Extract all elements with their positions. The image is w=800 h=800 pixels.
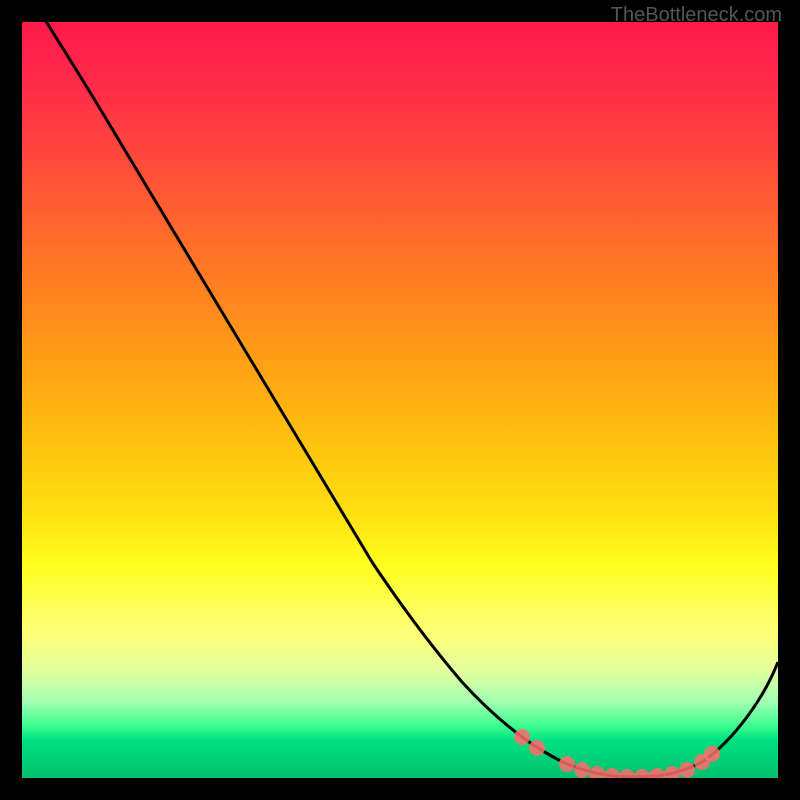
data-point <box>514 729 530 745</box>
data-point <box>604 768 620 778</box>
data-point <box>574 762 590 778</box>
data-point <box>664 766 680 778</box>
data-point <box>619 769 635 778</box>
data-point <box>704 746 720 762</box>
bottleneck-curve <box>22 22 778 777</box>
data-point <box>649 768 665 778</box>
data-point <box>634 769 650 778</box>
data-point <box>559 756 575 772</box>
plot-area <box>22 22 778 778</box>
watermark-text: TheBottleneck.com <box>611 4 782 27</box>
chart-svg <box>22 22 778 778</box>
data-point <box>529 740 545 756</box>
data-point <box>589 766 605 778</box>
data-point <box>679 762 695 778</box>
